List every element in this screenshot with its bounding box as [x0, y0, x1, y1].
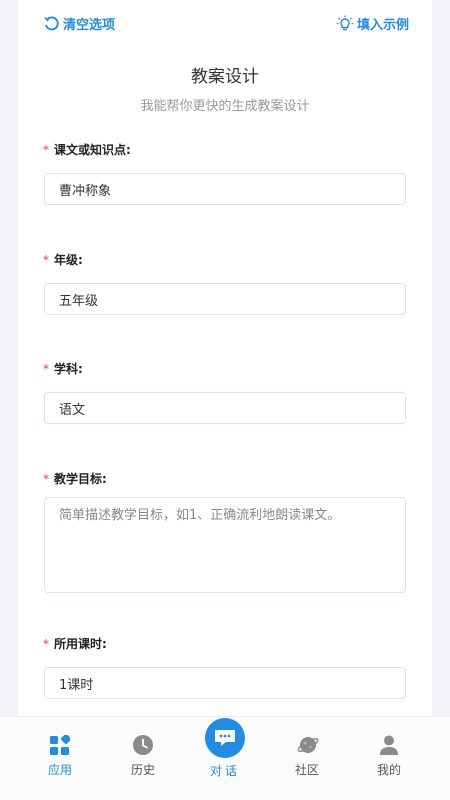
hours-input[interactable]: 1课时 [44, 667, 406, 699]
fill-example-label: 填入示例 [356, 18, 409, 33]
goal-label: * 教学目标: [43, 470, 107, 487]
planet-icon [297, 735, 319, 755]
clear-options-label: 清空选项 [63, 18, 116, 33]
goal-label-text: 教学目标: [54, 472, 107, 486]
page-container: 清空选项 填入示例 教案设计 我能帮你更快的生成教案设计 * 课文或知识点: 曹冲… [18, 0, 432, 716]
grade-label: * 年级: [43, 251, 83, 268]
required-mark: * [43, 472, 49, 486]
page-title: 教案设计 [191, 67, 259, 87]
subject-label-text: 学科: [54, 362, 83, 376]
user-icon [379, 735, 399, 755]
topic-label: * 课文或知识点: [43, 141, 131, 158]
tab-chat[interactable]: 对话 [180, 717, 270, 800]
page-subtitle: 我能帮你更快的生成教案设计 [140, 99, 310, 114]
tab-history[interactable]: 历史 [98, 717, 188, 800]
required-mark: * [43, 143, 49, 157]
tab-mine[interactable]: 我的 [344, 717, 434, 800]
bottom-tab-bar: 应用 历史 对话 社区 我的 [0, 716, 450, 800]
tab-community[interactable]: 社区 [262, 717, 352, 800]
grade-label-text: 年级: [54, 253, 83, 267]
topic-input[interactable]: 曹冲称象 [44, 173, 406, 205]
tab-history-label: 历史 [130, 763, 155, 777]
lightbulb-icon [336, 15, 354, 33]
required-mark: * [43, 362, 49, 376]
hours-label-text: 所用课时: [54, 637, 107, 651]
required-mark: * [43, 253, 49, 267]
apps-icon [50, 733, 72, 755]
hours-label: * 所用课时: [43, 635, 107, 652]
reset-icon [43, 15, 60, 32]
clock-icon [133, 735, 153, 755]
top-toolbar: 清空选项 填入示例 [18, 8, 432, 38]
tab-apps[interactable]: 应用 [15, 717, 105, 800]
required-mark: * [43, 637, 49, 651]
tab-mine-label: 我的 [376, 763, 401, 777]
tab-chat-label: 对话 [209, 764, 240, 778]
clear-options-button[interactable]: 清空选项 [43, 14, 115, 33]
tab-apps-label: 应用 [47, 763, 72, 777]
chat-icon [205, 718, 245, 758]
subject-label: * 学科: [43, 360, 83, 377]
goal-textarea[interactable]: 简单描述教学目标，如1、正确流利地朗读课文。 [44, 497, 406, 593]
topic-label-text: 课文或知识点: [54, 143, 131, 157]
subject-input[interactable]: 语文 [44, 392, 406, 424]
grade-input[interactable]: 五年级 [44, 283, 406, 315]
tab-community-label: 社区 [294, 763, 319, 777]
fill-example-button[interactable]: 填入示例 [336, 14, 409, 33]
